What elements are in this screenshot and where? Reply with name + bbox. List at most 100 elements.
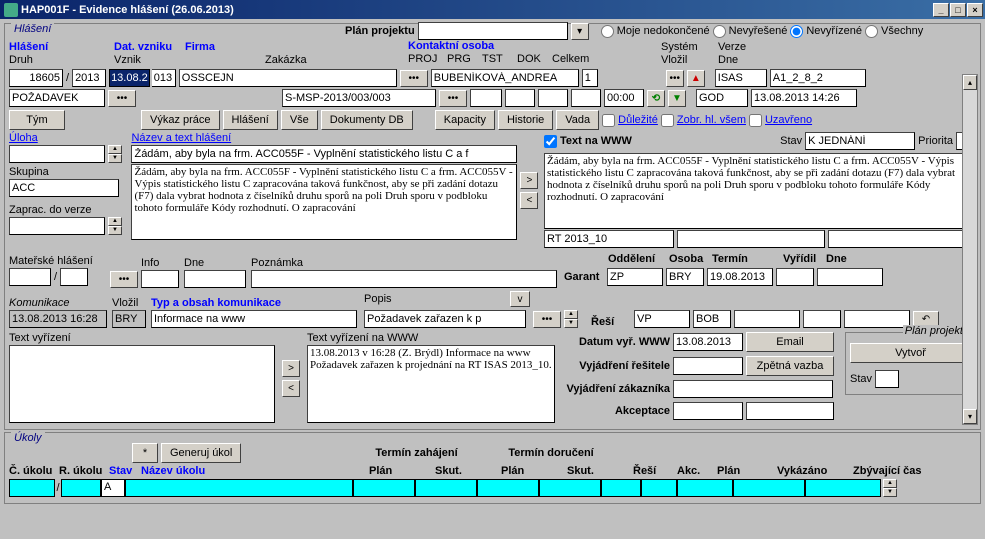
akcept-input[interactable]: [673, 402, 743, 420]
kontakt-input[interactable]: [431, 69, 579, 87]
hlaseni-button[interactable]: Hlášení: [223, 110, 278, 130]
dne2-input[interactable]: [184, 270, 246, 288]
uloha-input[interactable]: [9, 145, 105, 163]
uzavreno-label[interactable]: Uzavřeno: [765, 114, 812, 126]
radio-nevyrizene[interactable]: [790, 25, 803, 38]
proj-input[interactable]: [470, 89, 502, 107]
generuj-ukol-button[interactable]: Generuj úkol: [161, 443, 241, 463]
www-textarea[interactable]: Žádám, aby byla na frm. ACC055F - Vyplně…: [544, 153, 976, 229]
radio-moje[interactable]: [601, 25, 614, 38]
skupina-input[interactable]: [9, 179, 119, 197]
materske-y[interactable]: [60, 268, 88, 286]
minimize-button[interactable]: _: [933, 3, 949, 17]
scroll-down-icon[interactable]: ▾: [963, 409, 977, 424]
tst-input[interactable]: [538, 89, 568, 107]
maximize-button[interactable]: □: [950, 3, 966, 17]
zaprac-input[interactable]: [9, 217, 105, 235]
info-input[interactable]: [141, 270, 179, 288]
datumvyr-input[interactable]: [673, 333, 743, 351]
datvzniku-input-sel[interactable]: 13.08.2: [109, 69, 150, 87]
tym-button[interactable]: Tým: [9, 110, 65, 130]
down-green-button[interactable]: ▼: [668, 90, 686, 107]
refresh-button[interactable]: ⟲: [647, 90, 665, 107]
textwww-checkbox[interactable]: [544, 135, 557, 148]
druh-lookup-button[interactable]: •••: [108, 90, 136, 107]
firma-input[interactable]: [179, 69, 397, 87]
resi-osoba[interactable]: [693, 310, 731, 328]
zobr-label[interactable]: Zobr. hl. všem: [677, 114, 746, 126]
vlozil-input[interactable]: [696, 89, 748, 107]
materske-n[interactable]: [9, 268, 51, 286]
dne-input[interactable]: [751, 89, 857, 107]
kom-lookup[interactable]: •••: [533, 311, 561, 328]
materske-lookup[interactable]: •••: [110, 271, 138, 288]
lookup-button[interactable]: •••: [666, 70, 684, 87]
stav2-input[interactable]: [875, 370, 899, 388]
vytvor-button[interactable]: Vytvoř: [850, 343, 971, 363]
zakazka-lookup-button[interactable]: •••: [439, 90, 467, 107]
garant-termin[interactable]: [707, 268, 773, 286]
zaprac-spinner[interactable]: ▲▼: [108, 217, 122, 235]
resi-termin[interactable]: [734, 310, 800, 328]
dulezite-label[interactable]: Důležité: [618, 114, 658, 126]
table-row[interactable]: / A ▲▼: [9, 479, 976, 497]
garant-vyridil[interactable]: [776, 268, 814, 286]
stav-input[interactable]: [805, 132, 915, 150]
dulezite-checkbox[interactable]: [602, 114, 615, 127]
kom-spinner[interactable]: ▲▼: [564, 310, 578, 328]
kapacity-button[interactable]: Kapacity: [435, 110, 495, 130]
rt-input2[interactable]: [677, 230, 825, 248]
rt-input3[interactable]: [828, 230, 976, 248]
uzavreno-checkbox[interactable]: [749, 114, 762, 127]
system-input[interactable]: [715, 69, 767, 87]
radio-nevyresene[interactable]: [713, 25, 726, 38]
kontakt-n[interactable]: [582, 69, 598, 87]
vyjzak-input[interactable]: [673, 380, 833, 398]
move-right2-button[interactable]: >: [282, 360, 300, 377]
dokdb-button[interactable]: Dokumenty DB: [321, 110, 413, 130]
prg-input[interactable]: [505, 89, 535, 107]
verze-input[interactable]: [770, 69, 866, 87]
close-button[interactable]: ×: [967, 3, 983, 17]
zobr-checkbox[interactable]: [661, 114, 674, 127]
nazev-link[interactable]: Název a text hlášení: [131, 132, 517, 144]
vada-button[interactable]: Vada: [556, 110, 599, 130]
akcept-input2[interactable]: [746, 402, 834, 420]
resi-dne[interactable]: [844, 310, 910, 328]
historie-button[interactable]: Historie: [498, 110, 553, 130]
hlaseni-year[interactable]: [72, 69, 106, 87]
zakazka-input[interactable]: [282, 89, 436, 107]
kom-vlozil[interactable]: [112, 310, 146, 328]
kom-dt[interactable]: [9, 310, 107, 328]
resi-vyridil[interactable]: [803, 310, 841, 328]
ukoly-spinner[interactable]: ▲▼: [883, 479, 897, 497]
up-red-button[interactable]: ▲: [687, 70, 705, 87]
datvzniku-year[interactable]: [152, 69, 176, 87]
resi-odd[interactable]: [634, 310, 690, 328]
dok-input[interactable]: [571, 89, 601, 107]
plan-projektu-select[interactable]: [418, 22, 568, 40]
garant-osoba[interactable]: [666, 268, 704, 286]
move-left2-button[interactable]: <: [282, 380, 300, 397]
zpetvazba-button[interactable]: Zpětná vazba: [746, 356, 834, 376]
textvyrwww-textarea[interactable]: 13.08.2013 v 16:28 (Z. Brýdl) Informace …: [307, 345, 555, 423]
move-right-button[interactable]: >: [520, 172, 538, 189]
scroll-up-icon[interactable]: ▴: [963, 75, 977, 90]
email-button[interactable]: Email: [746, 332, 834, 352]
body-textarea[interactable]: Žádám, aby byla na frm. ACC055F - Vyplně…: [131, 164, 517, 240]
poznamka-input[interactable]: [251, 270, 557, 288]
rt-input[interactable]: [544, 230, 674, 248]
vscroll[interactable]: ▴ ▾: [962, 74, 978, 425]
vse-button[interactable]: Vše: [281, 110, 318, 130]
firma-lookup-button[interactable]: •••: [400, 70, 428, 87]
garant-odd[interactable]: [607, 268, 663, 286]
druh-input[interactable]: [9, 89, 105, 107]
radio-vsechny[interactable]: [865, 25, 878, 38]
uloha-spinner[interactable]: ▲▼: [108, 145, 122, 163]
celkem-input[interactable]: [604, 89, 644, 107]
uloha-link[interactable]: Úloha: [9, 132, 128, 144]
kom-typ[interactable]: [151, 310, 357, 328]
nazev-input[interactable]: [131, 145, 517, 163]
hlaseni-number[interactable]: [9, 69, 63, 87]
star-button[interactable]: *: [132, 443, 158, 463]
